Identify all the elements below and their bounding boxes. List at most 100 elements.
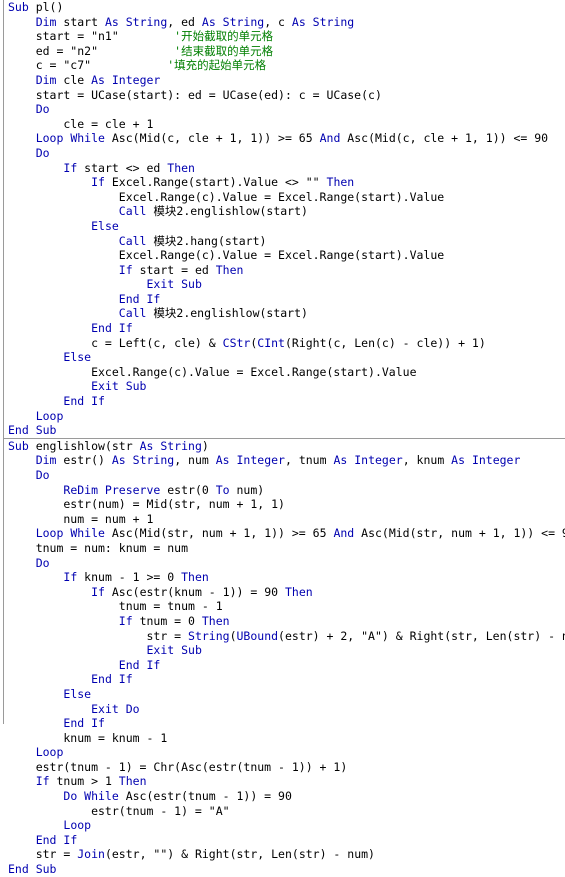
- code-line[interactable]: Exit Do: [8, 702, 565, 717]
- code-line[interactable]: End Sub: [8, 862, 565, 877]
- code-line[interactable]: Dim estr() As String, num As Integer, tn…: [8, 453, 565, 468]
- code-line[interactable]: c = "c7" '填充的起始单元格: [8, 58, 565, 73]
- code-token: Asc(Mid(str, num + 1, 1)) <= 90: [361, 526, 565, 541]
- code-line[interactable]: If tnum > 1 Then: [8, 774, 565, 789]
- code-token: Asc(Mid(c, cle + 1, 1)) >= 65: [111, 131, 320, 146]
- code-line[interactable]: Exit Sub: [8, 277, 565, 292]
- code-line[interactable]: start = "n1" '开始截取的单元格: [8, 29, 565, 44]
- code-token: , ed: [167, 14, 202, 29]
- code-token: str =: [8, 847, 78, 862]
- code-line[interactable]: Call 模块2.englishlow(start): [8, 204, 565, 219]
- code-line[interactable]: estr(num) = Mid(str, num + 1, 1): [8, 497, 565, 512]
- code-line[interactable]: If tnum = 0 Then: [8, 614, 565, 629]
- code-token: Asc(Mid(str, num + 1, 1)) >= 65: [111, 526, 334, 541]
- code-token: str =: [8, 628, 189, 643]
- code-line[interactable]: If start <> ed Then: [8, 161, 565, 176]
- code-line[interactable]: str = String(UBound(estr) + 2, "A") & Ri…: [8, 629, 565, 644]
- code-line[interactable]: Do: [8, 556, 565, 571]
- code-line[interactable]: knum = knum - 1: [8, 731, 565, 746]
- code-line[interactable]: Dim start As String, ed As String, c As …: [8, 15, 565, 30]
- code-line[interactable]: End If: [8, 672, 565, 687]
- keyword-token: And: [319, 131, 348, 146]
- code-line[interactable]: str = Join(estr, "") & Right(str, Len(st…: [8, 847, 565, 862]
- code-line[interactable]: If Excel.Range(start).Value <> "" Then: [8, 175, 565, 190]
- code-line[interactable]: estr(tnum - 1) = Chr(Asc(estr(tnum - 1))…: [8, 760, 565, 775]
- code-line[interactable]: Excel.Range(c).Value = Excel.Range(start…: [8, 190, 565, 205]
- code-token: tnum = num: knum = num: [8, 540, 189, 555]
- code-line[interactable]: If Asc(estr(knum - 1)) = 90 Then: [8, 585, 565, 600]
- code-line[interactable]: Sub pl(): [8, 0, 565, 15]
- code-line[interactable]: num = num + 1: [8, 512, 565, 527]
- code-line[interactable]: Excel.Range(c).Value = Excel.Range(start…: [8, 248, 565, 263]
- keyword-token: Call: [118, 306, 154, 321]
- code-token: pl(): [35, 0, 64, 14]
- code-token: , c: [264, 14, 292, 29]
- keyword-token: If: [118, 262, 140, 277]
- keyword-token: End Sub: [8, 862, 57, 877]
- code-line[interactable]: Exit Sub: [8, 643, 565, 658]
- code-line[interactable]: End If: [8, 716, 565, 731]
- code-token: Excel.Range(c).Value = Excel.Range(start…: [8, 364, 417, 379]
- code-line[interactable]: End If: [8, 658, 565, 673]
- code-token: Asc(Mid(c, cle + 1, 1)) <= 90: [347, 131, 549, 146]
- code-line[interactable]: If start = ed Then: [8, 263, 565, 278]
- code-line[interactable]: start = UCase(start): ed = UCase(ed): c …: [8, 88, 565, 103]
- code-line[interactable]: estr(tnum - 1) = "A": [8, 804, 565, 819]
- code-line[interactable]: Do: [8, 468, 565, 483]
- code-token: , tnum: [284, 453, 334, 468]
- code-line[interactable]: End Sub: [8, 423, 565, 438]
- code-line[interactable]: Loop While Asc(Mid(c, cle + 1, 1)) >= 65…: [8, 131, 565, 146]
- code-line[interactable]: End If: [8, 833, 565, 848]
- code-line[interactable]: Loop: [8, 409, 565, 424]
- keyword-token: As Integer: [215, 453, 285, 468]
- code-line[interactable]: End If: [8, 292, 565, 307]
- code-line[interactable]: Else: [8, 350, 565, 365]
- code-line[interactable]: c = Left(c, cle) & CStr(CInt(Right(c, Le…: [8, 336, 565, 351]
- keyword-token: Loop: [63, 818, 92, 833]
- code-editor-pane[interactable]: Sub pl() Dim start As String, ed As Stri…: [0, 0, 565, 876]
- code-line[interactable]: Exit Sub: [8, 379, 565, 394]
- keyword-token: Dim: [35, 453, 64, 468]
- procedure-pl[interactable]: Sub pl() Dim start As String, ed As Stri…: [0, 0, 565, 438]
- code-line[interactable]: Do: [8, 146, 565, 161]
- comment-token: '开始截取的单元格: [174, 29, 274, 44]
- code-line[interactable]: ReDim Preserve estr(0 To num): [8, 483, 565, 498]
- keyword-token: Sub: [8, 0, 36, 14]
- code-token: start = ed: [139, 262, 216, 277]
- code-line[interactable]: End If: [8, 394, 565, 409]
- code-line[interactable]: Call 模块2.englishlow(start): [8, 306, 565, 321]
- code-line[interactable]: cle = cle + 1: [8, 117, 565, 132]
- code-token: (estr, "") & Right(str, Len(str) - num): [104, 847, 375, 862]
- code-line[interactable]: ed = "n2" '结束截取的单元格: [8, 44, 565, 59]
- code-token: Excel.Range(c).Value = Excel.Range(start…: [8, 248, 445, 263]
- code-line[interactable]: tnum = tnum - 1: [8, 599, 565, 614]
- code-token: Asc(estr(knum - 1)) = 90: [111, 584, 285, 599]
- code-line[interactable]: Excel.Range(c).Value = Excel.Range(start…: [8, 365, 565, 380]
- code-line[interactable]: Loop: [8, 745, 565, 760]
- code-line[interactable]: Dim cle As Integer: [8, 73, 565, 88]
- keyword-token: Do: [35, 145, 50, 160]
- code-line[interactable]: Do While Asc(estr(tnum - 1)) = 90: [8, 789, 565, 804]
- code-line[interactable]: Loop While Asc(Mid(str, num + 1, 1)) >= …: [8, 526, 565, 541]
- code-line[interactable]: Sub englishlow(str As String): [8, 439, 565, 454]
- code-content[interactable]: Sub pl() Dim start As String, ed As Stri…: [0, 0, 565, 877]
- code-line[interactable]: Else: [8, 687, 565, 702]
- code-line[interactable]: If knum - 1 >= 0 Then: [8, 570, 565, 585]
- code-token: c = Left(c, cle) &: [8, 335, 223, 350]
- code-line[interactable]: Do: [8, 102, 565, 117]
- keyword-token: Do: [35, 555, 50, 570]
- code-line[interactable]: Loop: [8, 818, 565, 833]
- keyword-token: Else: [91, 218, 119, 233]
- code-line[interactable]: Call 模块2.hang(start): [8, 234, 565, 249]
- code-line[interactable]: Else: [8, 219, 565, 234]
- keyword-token: Call: [118, 204, 154, 219]
- procedure-englishlow[interactable]: Sub englishlow(str As String) Dim estr()…: [0, 439, 565, 877]
- code-line[interactable]: End If: [8, 321, 565, 336]
- keyword-token: Loop: [35, 745, 64, 760]
- code-line[interactable]: tnum = num: knum = num: [8, 541, 565, 556]
